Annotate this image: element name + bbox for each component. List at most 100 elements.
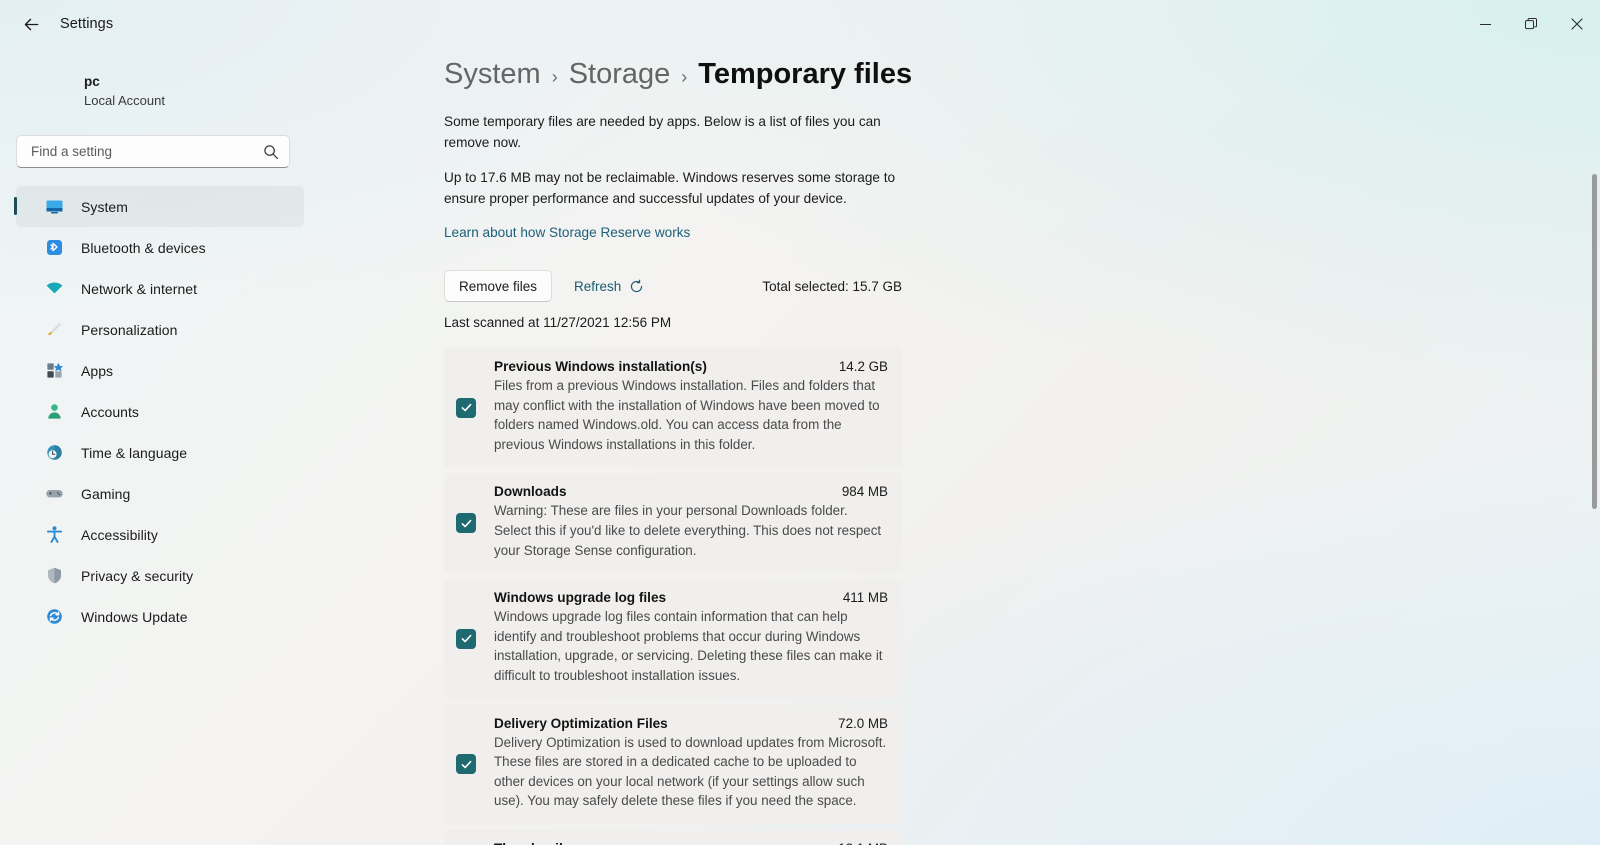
breadcrumb-item-system[interactable]: System — [444, 58, 541, 91]
sidebar-item-privacy-security[interactable]: Privacy & security — [16, 555, 304, 596]
sidebar-item-windows-update[interactable]: Windows Update — [16, 596, 304, 637]
remove-files-button[interactable]: Remove files — [444, 270, 553, 302]
page-title: Temporary files — [698, 58, 913, 90]
paintbrush-icon — [44, 319, 65, 340]
refresh-icon — [631, 279, 643, 292]
file-card[interactable]: Thumbnails 12.1 MB — [444, 829, 902, 845]
clock-globe-icon — [44, 442, 65, 463]
sidebar-item-label: Privacy & security — [81, 567, 194, 584]
files-toolbar: Remove files Refresh Total selected: 15.… — [444, 270, 902, 302]
maximize-button[interactable] — [1508, 0, 1554, 48]
title-bar: Settings — [0, 0, 1600, 48]
file-size: 14.2 GB — [838, 359, 888, 374]
sidebar-item-accessibility[interactable]: Accessibility — [16, 514, 304, 555]
search-input[interactable] — [31, 144, 263, 160]
total-selected-label: Total selected: 15.7 GB — [762, 278, 902, 294]
app-title: Settings — [60, 16, 114, 32]
sidebar-item-personalization[interactable]: Personalization — [16, 309, 304, 350]
monitor-icon — [44, 196, 65, 217]
file-title: Delivery Optimization Files — [494, 715, 668, 731]
sidebar-item-bluetooth-devices[interactable]: Bluetooth & devices — [16, 227, 304, 268]
back-button[interactable] — [8, 7, 54, 41]
storage-reserve-link[interactable]: Learn about how Storage Reserve works — [444, 225, 690, 240]
sidebar-item-label: System — [81, 198, 128, 215]
file-description: Files from a previous Windows installati… — [494, 378, 880, 452]
refresh-button[interactable]: Refresh — [566, 270, 652, 302]
close-icon — [1571, 18, 1583, 30]
sidebar-item-label: Bluetooth & devices — [81, 239, 206, 256]
account-type: Local Account — [84, 92, 165, 108]
file-title: Windows upgrade log files — [494, 590, 667, 606]
main-content: System › Storage › Temporary files Some … — [320, 48, 1600, 845]
gamepad-icon — [44, 483, 65, 504]
last-scanned-label: Last scanned at 11/27/2021 12:56 PM — [444, 315, 672, 330]
file-description: Windows upgrade log files contain inform… — [494, 609, 883, 683]
main-scrollbar[interactable] — [1592, 126, 1597, 845]
sidebar: pc Local Account System — [0, 48, 320, 845]
file-description: Delivery Optimization is used to downloa… — [494, 734, 887, 809]
minimize-button[interactable] — [1462, 0, 1508, 48]
file-card-header: Windows upgrade log files 411 MB — [494, 590, 888, 605]
bluetooth-icon — [44, 237, 65, 258]
shield-icon — [44, 565, 65, 586]
search-icon — [264, 144, 279, 159]
sidebar-item-apps[interactable]: Apps — [16, 350, 304, 391]
wifi-icon — [44, 278, 65, 299]
file-card[interactable]: Downloads 984 MB Warning: These are file… — [444, 473, 902, 574]
close-button[interactable] — [1554, 0, 1600, 48]
intro-paragraph: Some temporary files are needed by apps.… — [444, 114, 881, 150]
file-card-header: Previous Windows installation(s) 14.2 GB — [494, 359, 888, 374]
breadcrumb-separator: › — [681, 67, 688, 87]
file-card[interactable]: Windows upgrade log files 411 MB Windows… — [444, 579, 902, 699]
file-card-header: Delivery Optimization Files 72.0 MB — [494, 716, 888, 731]
sidebar-item-accounts[interactable]: Accounts — [16, 391, 304, 432]
file-description: Warning: These are files in your persona… — [494, 503, 882, 558]
check-icon — [461, 403, 471, 412]
file-size: 72.0 MB — [838, 715, 888, 731]
sidebar-nav: System Bluetooth & devices Network & int… — [0, 186, 320, 637]
check-icon — [461, 760, 471, 769]
sidebar-item-system[interactable]: System — [14, 186, 304, 228]
sidebar-item-label: Gaming — [81, 485, 131, 502]
file-size: 411 MB — [842, 590, 888, 606]
account-name: pc — [84, 74, 100, 89]
sidebar-item-label: Personalization — [81, 321, 178, 338]
minimize-icon — [1479, 23, 1491, 25]
apps-icon — [44, 360, 65, 381]
accessibility-icon — [44, 524, 65, 545]
sidebar-item-label: Apps — [81, 362, 114, 379]
check-icon — [461, 519, 471, 528]
sidebar-item-label: Windows Update — [81, 608, 188, 625]
window-controls — [1462, 0, 1600, 48]
sidebar-item-label: Accounts — [81, 403, 139, 420]
account-block[interactable]: pc Local Account — [0, 64, 320, 123]
file-size: 12.1 MB — [838, 841, 888, 845]
sidebar-item-gaming[interactable]: Gaming — [16, 473, 304, 514]
file-title: Thumbnails — [494, 841, 570, 845]
file-card[interactable]: Previous Windows installation(s) 14.2 GB… — [444, 348, 902, 468]
file-checkbox[interactable] — [456, 513, 476, 534]
person-icon — [44, 401, 65, 422]
file-size: 984 MB — [841, 484, 888, 500]
file-checkbox[interactable] — [456, 754, 476, 775]
restore-icon — [1525, 18, 1537, 30]
search-box[interactable] — [16, 135, 290, 169]
file-card-header: Downloads 984 MB — [494, 484, 888, 499]
file-checkbox[interactable] — [456, 628, 476, 649]
sidebar-item-network-internet[interactable]: Network & internet — [16, 268, 304, 309]
file-card-header: Thumbnails 12.1 MB — [494, 841, 888, 845]
update-icon — [44, 606, 65, 627]
breadcrumb-separator: › — [551, 67, 558, 87]
file-title: Downloads — [494, 484, 567, 500]
file-card[interactable]: Delivery Optimization Files 72.0 MB Deli… — [444, 704, 902, 824]
reserve-paragraph: Up to 17.6 MB may not be reclaimable. Wi… — [444, 170, 896, 206]
breadcrumb: System › Storage › Temporary files — [444, 58, 934, 91]
sidebar-item-time-language[interactable]: Time & language — [16, 432, 304, 473]
sidebar-item-label: Accessibility — [81, 526, 158, 543]
breadcrumb-item-storage[interactable]: Storage — [569, 58, 671, 91]
file-checkbox[interactable] — [456, 397, 476, 418]
scrollbar-thumb[interactable] — [1592, 174, 1597, 509]
check-icon — [461, 635, 471, 643]
refresh-label: Refresh — [574, 278, 622, 294]
file-title: Previous Windows installation(s) — [494, 359, 707, 374]
